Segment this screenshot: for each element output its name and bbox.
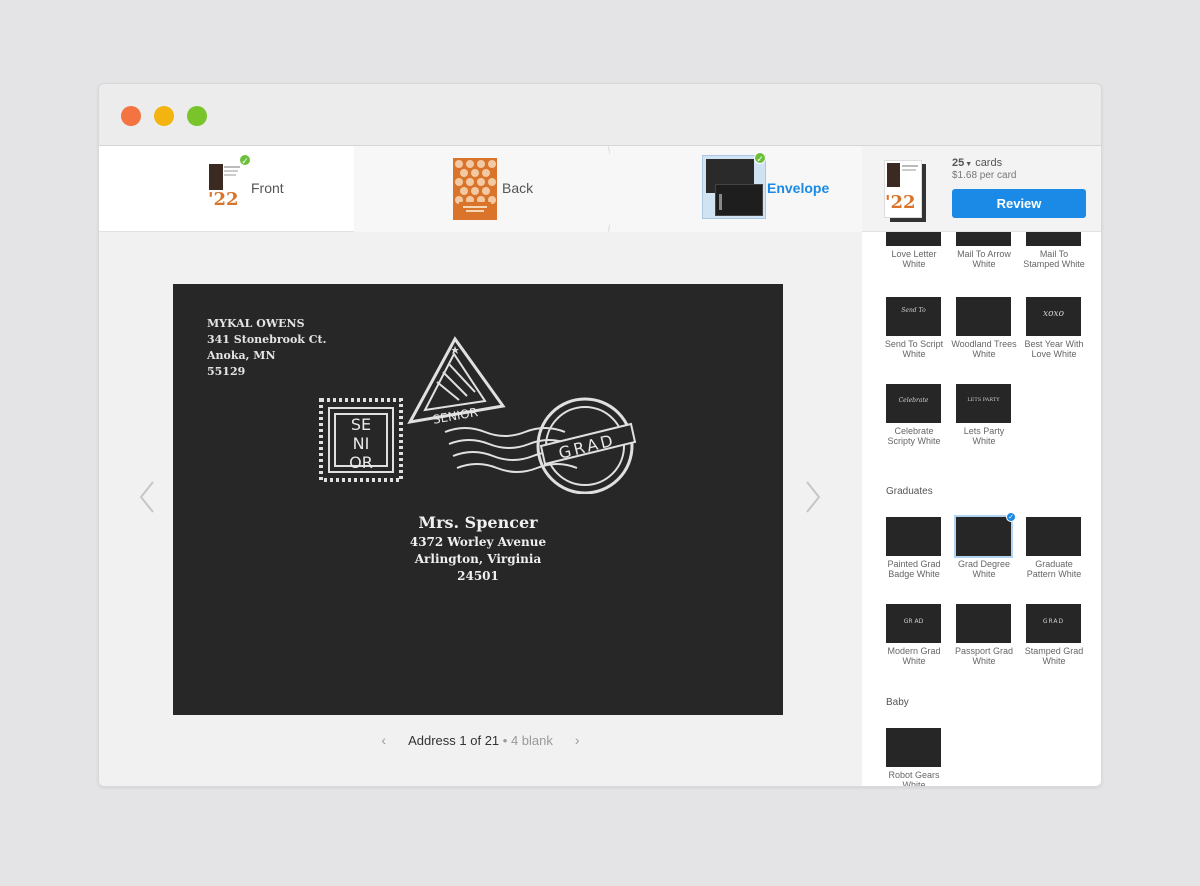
step-navigation: '22 ✓ Front Back ✓ Envelope bbox=[99, 146, 862, 232]
design-preview-text: GR AD bbox=[903, 618, 924, 625]
design-sidebar: Love Letter White Mail To Arrow White Ma… bbox=[862, 232, 1101, 786]
design-preview-text: GRAD bbox=[1042, 618, 1065, 625]
design-tile[interactable]: Passport Grad White bbox=[955, 604, 1013, 666]
design-tile[interactable]: Woodland Trees White bbox=[951, 297, 1017, 359]
return-name: MYKAL OWENS bbox=[207, 317, 305, 330]
design-label: Stamped Grad White bbox=[1024, 646, 1084, 666]
previous-address-icon[interactable]: ‹ bbox=[381, 732, 386, 748]
design-tile[interactable]: Robot Gears White bbox=[886, 728, 942, 786]
recipient-name: Mrs. Spencer bbox=[418, 513, 538, 532]
design-label: Robot Gears White bbox=[888, 770, 940, 787]
next-arrow-icon[interactable] bbox=[805, 480, 821, 514]
return-address: MYKAL OWENS 341 Stonebrook Ct. Anoka, MN… bbox=[207, 316, 326, 380]
design-label: Mail To Stamped White bbox=[1023, 249, 1085, 269]
design-tile[interactable]: Mail To Arrow White bbox=[956, 232, 1012, 269]
quantity-value: 25 bbox=[952, 157, 965, 169]
front-thumb-year: '22 bbox=[208, 189, 239, 210]
design-label: Lets Party White bbox=[963, 426, 1005, 446]
design-tile[interactable]: GRAD Stamped Grad White bbox=[1025, 604, 1083, 666]
design-tile[interactable]: Celebrate Celebrate Scripty White bbox=[886, 384, 942, 446]
return-street: 341 Stonebrook Ct. bbox=[207, 333, 327, 346]
recipient-zip: 24501 bbox=[457, 569, 499, 583]
return-city: Anoka, MN bbox=[207, 349, 276, 362]
recipient-city: Arlington, Virginia bbox=[414, 552, 542, 566]
design-tile[interactable]: Mail To Stamped White bbox=[1023, 232, 1085, 269]
design-label: Best Year With Love White bbox=[1024, 339, 1084, 359]
design-label: Grad Degree White bbox=[957, 559, 1011, 579]
design-preview-text: xoxo bbox=[1043, 309, 1064, 319]
selected-check-icon: ✓ bbox=[1006, 512, 1016, 522]
step-envelope[interactable]: ✓ Envelope bbox=[610, 146, 862, 232]
price-per-card: $1.68 per card bbox=[952, 170, 1017, 181]
maximize-window-button[interactable] bbox=[187, 106, 207, 126]
return-zip: 55129 bbox=[207, 365, 246, 378]
design-tile[interactable]: LETS PARTY Lets Party White bbox=[956, 384, 1012, 446]
envelope-check-icon: ✓ bbox=[754, 152, 766, 164]
step-back[interactable]: Back bbox=[354, 146, 621, 232]
design-label: Painted Grad Badge White bbox=[887, 559, 941, 579]
step-envelope-label: Envelope bbox=[767, 180, 830, 196]
design-tile[interactable]: xoxo Best Year With Love White bbox=[1024, 297, 1084, 359]
design-label: Woodland Trees White bbox=[951, 339, 1017, 359]
design-label: Passport Grad White bbox=[954, 646, 1014, 666]
design-label: Celebrate Scripty White bbox=[887, 426, 941, 446]
square-stamp-line-2: NI bbox=[353, 434, 370, 453]
design-tile[interactable]: GR AD Modern Grad White bbox=[886, 604, 942, 666]
envelope-thumbnail bbox=[702, 155, 766, 219]
back-thumbnail bbox=[453, 158, 497, 220]
design-tile[interactable]: Send To Send To Script White bbox=[885, 297, 943, 359]
recipient-address: Mrs. Spencer 4372 Worley Avenue Arlingto… bbox=[173, 512, 783, 585]
stamps-graphic: SE NI OR SENIOR GRAD bbox=[319, 336, 637, 494]
close-window-button[interactable] bbox=[121, 106, 141, 126]
front-check-icon: ✓ bbox=[239, 154, 251, 166]
quantity-unit: cards bbox=[975, 157, 1003, 169]
recipient-street: 4372 Worley Avenue bbox=[409, 535, 547, 549]
step-back-label: Back bbox=[502, 180, 534, 196]
design-tile[interactable]: Painted Grad Badge White bbox=[886, 517, 942, 579]
chevron-down-icon: ▼ bbox=[965, 161, 973, 168]
design-label: Modern Grad White bbox=[887, 646, 941, 666]
envelope-preview-area: MYKAL OWENS 341 Stonebrook Ct. Anoka, MN… bbox=[99, 232, 862, 786]
title-bar bbox=[99, 84, 1101, 146]
design-label: Send To Script White bbox=[884, 339, 944, 359]
section-title-baby: Baby bbox=[886, 697, 909, 708]
next-address-icon[interactable]: › bbox=[575, 732, 580, 748]
step-front[interactable]: '22 ✓ Front bbox=[99, 146, 367, 232]
address-count: Address 1 of 21 bbox=[408, 733, 500, 748]
square-stamp-line-3: OR bbox=[349, 453, 373, 472]
minimize-window-button[interactable] bbox=[154, 106, 174, 126]
review-button[interactable]: Review bbox=[952, 189, 1086, 218]
design-tile[interactable]: Love Letter White bbox=[886, 232, 942, 269]
order-thumbnail: '22 bbox=[884, 160, 928, 224]
order-summary: '22 25▼ cards $1.68 per card Review bbox=[862, 146, 1101, 232]
section-title-graduates: Graduates bbox=[886, 486, 933, 497]
design-label: Graduate Pattern White bbox=[1026, 559, 1082, 579]
design-label: Mail To Arrow White bbox=[957, 249, 1011, 269]
design-preview-text: LETS PARTY bbox=[967, 397, 1000, 403]
previous-arrow-icon[interactable] bbox=[139, 480, 155, 514]
step-front-label: Front bbox=[251, 180, 284, 196]
quantity-selector[interactable]: 25▼ cards bbox=[952, 157, 1002, 169]
design-label: Love Letter White bbox=[891, 249, 937, 269]
blank-count: 4 blank bbox=[510, 733, 553, 748]
design-tile[interactable]: ✓ Grad Degree White bbox=[954, 512, 1016, 579]
browser-window: '22 ✓ Front Back ✓ Envelope '22 25▼ card… bbox=[98, 83, 1102, 787]
square-stamp-line-1: SE bbox=[351, 415, 371, 434]
order-thumb-year: '22 bbox=[885, 192, 916, 213]
address-pager: ‹ Address 1 of 21 • 4 blank › bbox=[99, 732, 862, 748]
envelope-preview: MYKAL OWENS 341 Stonebrook Ct. Anoka, MN… bbox=[173, 284, 783, 715]
design-tile[interactable]: Graduate Pattern White bbox=[1026, 517, 1082, 579]
design-preview-text: Celebrate bbox=[898, 397, 929, 404]
front-thumbnail: '22 bbox=[207, 162, 243, 214]
design-preview-text: Send To bbox=[901, 307, 926, 314]
pager-separator: • bbox=[502, 733, 508, 748]
